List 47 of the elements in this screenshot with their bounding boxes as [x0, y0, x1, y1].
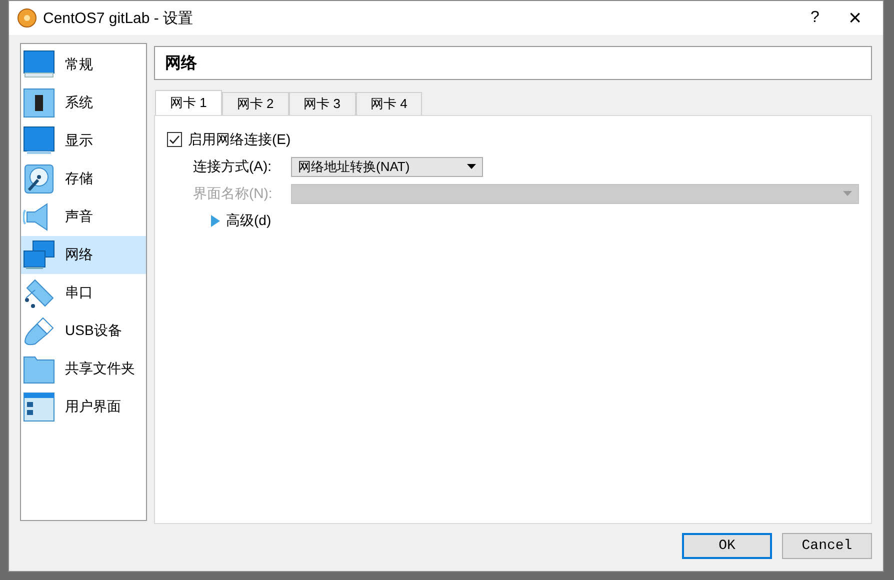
checkbox[interactable] [167, 132, 182, 147]
category-label: 显示 [65, 132, 93, 150]
category-item[interactable]: USB设备 [21, 312, 146, 350]
page-title: 网络 [154, 46, 872, 80]
category-item[interactable]: 显示 [21, 122, 146, 160]
monitor-icon [23, 50, 55, 80]
category-item[interactable]: 系统 [21, 84, 146, 122]
serial-port-icon [23, 278, 55, 308]
window-layout-icon [23, 392, 55, 422]
close-button[interactable]: × [835, 3, 875, 33]
help-button[interactable]: ? [795, 3, 835, 33]
dialog-button[interactable]: OK [682, 533, 772, 559]
adapter-tab[interactable]: 网卡 1 [155, 90, 222, 115]
checkbox-label: 启用网络连接(E) [188, 130, 291, 148]
dialog-button[interactable]: Cancel [782, 533, 872, 559]
folder-icon [23, 354, 55, 384]
category-label: 常规 [65, 56, 93, 74]
category-label: 共享文件夹 [65, 360, 135, 378]
field-label: 界面名称(N): [193, 184, 274, 202]
category-label: 串口 [65, 284, 93, 302]
adapter-tab[interactable]: 网卡 2 [222, 92, 289, 115]
category-item[interactable]: 存储 [21, 160, 146, 198]
window-title: CentOS7 gitLab - 设置 [43, 8, 194, 28]
category-label: 用户界面 [65, 398, 121, 416]
category-item[interactable]: 声音 [21, 198, 146, 236]
caret-icon [843, 191, 852, 196]
dropdown[interactable]: 网络地址转换(NAT) [291, 156, 483, 176]
field-label: 连接方式(A): [193, 158, 273, 176]
category-label: 存储 [65, 170, 93, 188]
usb-icon [23, 316, 55, 346]
display-icon [23, 126, 55, 156]
network-icon [23, 240, 55, 270]
category-label: 声音 [65, 208, 93, 226]
adapter-tab[interactable]: 网卡 4 [356, 92, 422, 115]
category-label: 系统 [65, 94, 93, 112]
category-item[interactable]: 网络 [21, 236, 146, 274]
advanced-expander[interactable]: 高级(d) [167, 207, 278, 234]
category-item[interactable]: 串口 [21, 274, 146, 312]
category-label: USB设备 [65, 322, 122, 340]
category-label: 网络 [65, 246, 93, 264]
category-item[interactable]: 共享文件夹 [21, 350, 146, 388]
caret-icon [467, 164, 476, 169]
chip-icon [23, 88, 55, 118]
category-item[interactable]: 用户界面 [21, 388, 146, 426]
adapter-tab[interactable]: 网卡 3 [288, 92, 356, 115]
triangle-icon [211, 214, 220, 226]
category-item[interactable]: 常规 [21, 46, 146, 84]
